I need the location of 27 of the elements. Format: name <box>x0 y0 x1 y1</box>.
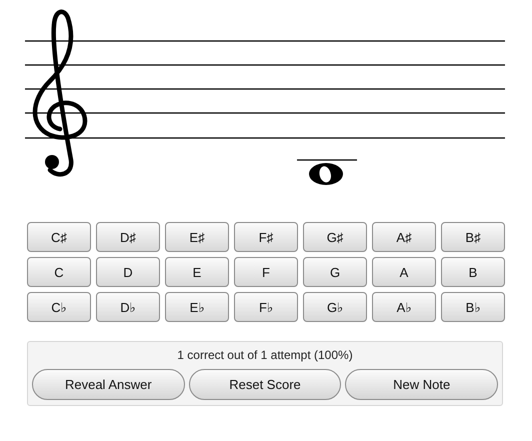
note-button[interactable]: B♯ <box>441 222 505 252</box>
note-button[interactable]: F <box>234 257 298 287</box>
note-button[interactable]: F♯ <box>234 222 298 252</box>
note-button[interactable]: F♭ <box>234 292 298 322</box>
note-button[interactable]: G♭ <box>303 292 367 322</box>
note-button[interactable]: D <box>96 257 160 287</box>
note-button[interactable]: C♭ <box>27 292 91 322</box>
treble-clef-icon <box>32 10 88 177</box>
note-button[interactable]: E <box>165 257 229 287</box>
action-button[interactable]: Reset Score <box>188 369 342 400</box>
note-button[interactable]: G <box>303 257 367 287</box>
note-button[interactable]: E♭ <box>165 292 229 322</box>
whole-note-icon <box>297 159 357 185</box>
note-button[interactable]: C <box>27 257 91 287</box>
note-button[interactable]: A♯ <box>372 222 436 252</box>
note-button[interactable]: C♯ <box>27 222 91 252</box>
action-button[interactable]: New Note <box>345 369 498 400</box>
note-button[interactable]: A <box>372 257 436 287</box>
note-button[interactable]: G♯ <box>303 222 367 252</box>
action-button[interactable]: Reveal Answer <box>32 369 185 400</box>
note-button[interactable]: B♭ <box>441 292 505 322</box>
note-button[interactable]: B <box>441 257 505 287</box>
note-button[interactable]: A♭ <box>372 292 436 322</box>
note-button[interactable]: D♭ <box>96 292 160 322</box>
note-button[interactable]: E♯ <box>165 222 229 252</box>
score-text: 1 correct out of 1 attempt (100%) <box>176 348 354 362</box>
note-button[interactable]: D♯ <box>96 222 160 252</box>
